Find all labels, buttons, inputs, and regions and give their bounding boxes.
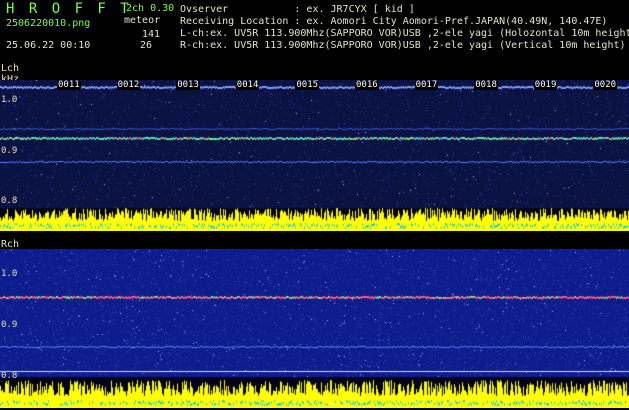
time-mark: 0017 bbox=[414, 80, 439, 90]
mode-label: meteor bbox=[124, 15, 161, 26]
observer-line: Ovserver : ex. JR7CYX [ kid ] bbox=[180, 4, 415, 15]
rch-tick-0.8: 0.8 bbox=[1, 371, 18, 381]
time-mark: 0018 bbox=[474, 80, 498, 90]
time-mark: 0019 bbox=[533, 80, 558, 90]
time-mark: 0014 bbox=[235, 80, 260, 90]
lch-tick-1.0: 1.0 bbox=[1, 95, 18, 105]
rch-spectrogram bbox=[0, 249, 629, 408]
lch-tick-0.8: 0.8 bbox=[1, 196, 18, 206]
rch-tick-1.0: 1.0 bbox=[1, 269, 18, 279]
time-mark: 0016 bbox=[355, 80, 379, 90]
lch-info-line: L-ch:ex. UV5R 113.900Mhz(SAPPORO VOR)USB… bbox=[180, 28, 629, 39]
lch-spectrogram: 0011 0012 0013 0014 0015 0016 0017 0018 0019 0020 bbox=[0, 80, 629, 231]
rch-tick-0.9: 0.9 bbox=[1, 320, 18, 330]
app-logo: H R O F F T bbox=[6, 1, 132, 17]
time-mark: 0012 bbox=[116, 80, 141, 90]
lch-channel-label: Lch bbox=[1, 63, 20, 74]
filename-label: 2506220010.png bbox=[6, 18, 91, 29]
time-mark: 0013 bbox=[176, 80, 200, 90]
rch-count: 26 bbox=[140, 40, 153, 51]
time-mark: 0015 bbox=[295, 80, 320, 90]
time-mark: 0011 bbox=[57, 80, 81, 90]
lch-tick-0.9: 0.9 bbox=[1, 146, 18, 156]
version-label: 2ch 0.30 bbox=[126, 3, 175, 14]
rch-info-line: R-ch:ex. UV5R 113.900Mhz(SAPPORO VOR)USB… bbox=[180, 40, 626, 51]
time-mark: 0020 bbox=[593, 80, 618, 90]
datetime-label: 25.06.22 00:10 bbox=[6, 40, 91, 51]
location-line: Receiving Location : ex. Aomori City Aom… bbox=[180, 16, 608, 27]
lch-count: 141 bbox=[142, 29, 161, 40]
